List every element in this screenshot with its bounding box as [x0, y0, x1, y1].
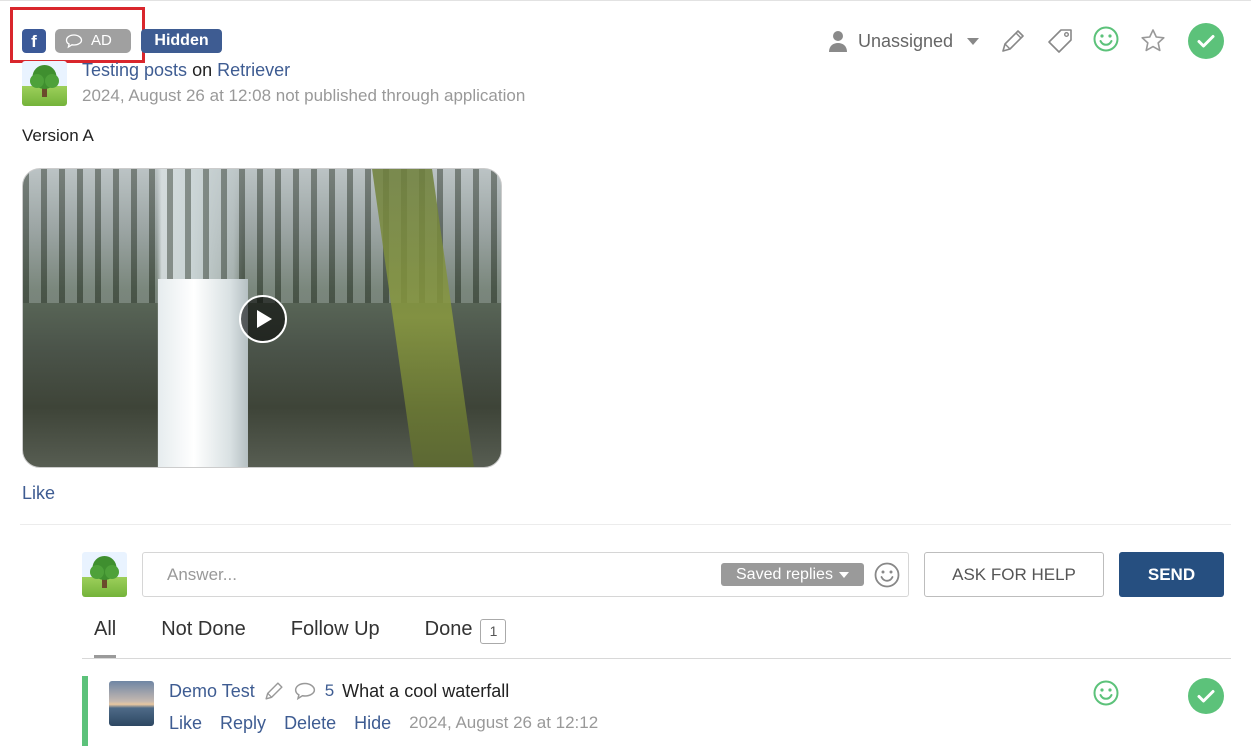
tab-done[interactable]: Done 1 — [425, 618, 507, 658]
comment-like-link[interactable]: Like — [169, 713, 202, 734]
check-icon — [1197, 35, 1215, 48]
tab-not-done-label: Not Done — [161, 618, 246, 640]
pencil-icon[interactable] — [263, 680, 285, 702]
post-text: Version A — [22, 126, 94, 145]
divider — [20, 524, 1231, 525]
comment-delete-link[interactable]: Delete — [284, 713, 336, 734]
tabs-divider — [82, 658, 1231, 659]
hidden-status-badge[interactable]: Hidden — [141, 29, 222, 53]
tab-all[interactable]: All — [94, 618, 117, 658]
user-icon — [829, 31, 847, 52]
play-icon — [257, 310, 272, 328]
smiley-icon[interactable] — [1092, 679, 1120, 707]
video-waterfall — [158, 279, 248, 467]
tag-icon[interactable] — [1045, 26, 1075, 56]
facebook-icon: f — [22, 29, 46, 53]
chevron-down-icon — [967, 37, 980, 45]
post-meta: 2024, August 26 at 12:08 not published t… — [82, 86, 526, 105]
page-link[interactable]: Retriever — [217, 60, 290, 80]
ad-badge-label: AD — [91, 32, 112, 49]
tab-not-done[interactable]: Not Done — [161, 618, 246, 658]
mark-done-button[interactable] — [1188, 23, 1224, 59]
comment-actions: Like Reply Delete Hide 2024, August 26 a… — [169, 713, 598, 734]
tab-follow-up[interactable]: Follow Up — [291, 618, 380, 658]
comment-bubble-icon — [65, 34, 83, 49]
play-button[interactable] — [239, 295, 287, 343]
smiley-icon[interactable] — [1091, 24, 1121, 54]
reply-count[interactable]: 5 — [325, 681, 334, 701]
post-author-link[interactable]: Testing posts — [82, 60, 187, 80]
ad-badge: AD — [55, 29, 131, 53]
chevron-down-icon — [838, 571, 849, 578]
done-count-badge: 1 — [480, 619, 507, 644]
tab-follow-up-label: Follow Up — [290, 618, 380, 640]
send-button[interactable]: SEND — [1119, 552, 1224, 597]
comment-hide-link[interactable]: Hide — [354, 713, 391, 734]
assignee-label: Unassigned — [858, 30, 954, 51]
ask-for-help-button[interactable]: ASK FOR HELP — [924, 552, 1104, 597]
post-card: f AD Hidden Unassigned Testing posts on … — [0, 0, 1251, 746]
on-word: on — [192, 60, 213, 80]
tab-all-label: All — [94, 618, 117, 640]
commenter-avatar[interactable] — [109, 681, 154, 726]
star-icon[interactable] — [1138, 26, 1168, 56]
page-avatar[interactable] — [22, 61, 67, 106]
post-like-link[interactable]: Like — [22, 483, 55, 504]
commenter-name-link[interactable]: Demo Test — [169, 681, 255, 702]
comment-reply-link[interactable]: Reply — [220, 713, 266, 734]
comment-text: What a cool waterfall — [342, 680, 510, 701]
emoji-icon[interactable] — [873, 561, 901, 589]
comment-mark-done-button[interactable] — [1188, 678, 1224, 714]
answer-input[interactable] — [143, 553, 703, 596]
video-thumbnail[interactable] — [22, 168, 502, 468]
saved-replies-dropdown[interactable]: Saved replies — [721, 563, 864, 586]
comment-header: Demo Test 5 What a cool waterfall — [169, 680, 509, 702]
comment-timestamp: 2024, August 26 at 12:12 — [409, 713, 599, 732]
assignee-dropdown[interactable]: Unassigned — [828, 28, 980, 54]
comment-filter-tabs: All Not Done Follow Up Done 1 — [94, 618, 507, 658]
tab-done-label: Done — [424, 618, 473, 640]
check-icon — [1197, 690, 1215, 703]
comment-bubble-icon[interactable] — [293, 681, 317, 701]
comment-status-bar — [82, 676, 88, 746]
answer-box: Saved replies — [142, 552, 909, 597]
saved-replies-label: Saved replies — [736, 566, 833, 583]
reply-avatar — [82, 552, 127, 597]
post-author-line: Testing posts on Retriever — [82, 60, 290, 81]
pencil-icon[interactable] — [998, 26, 1028, 56]
